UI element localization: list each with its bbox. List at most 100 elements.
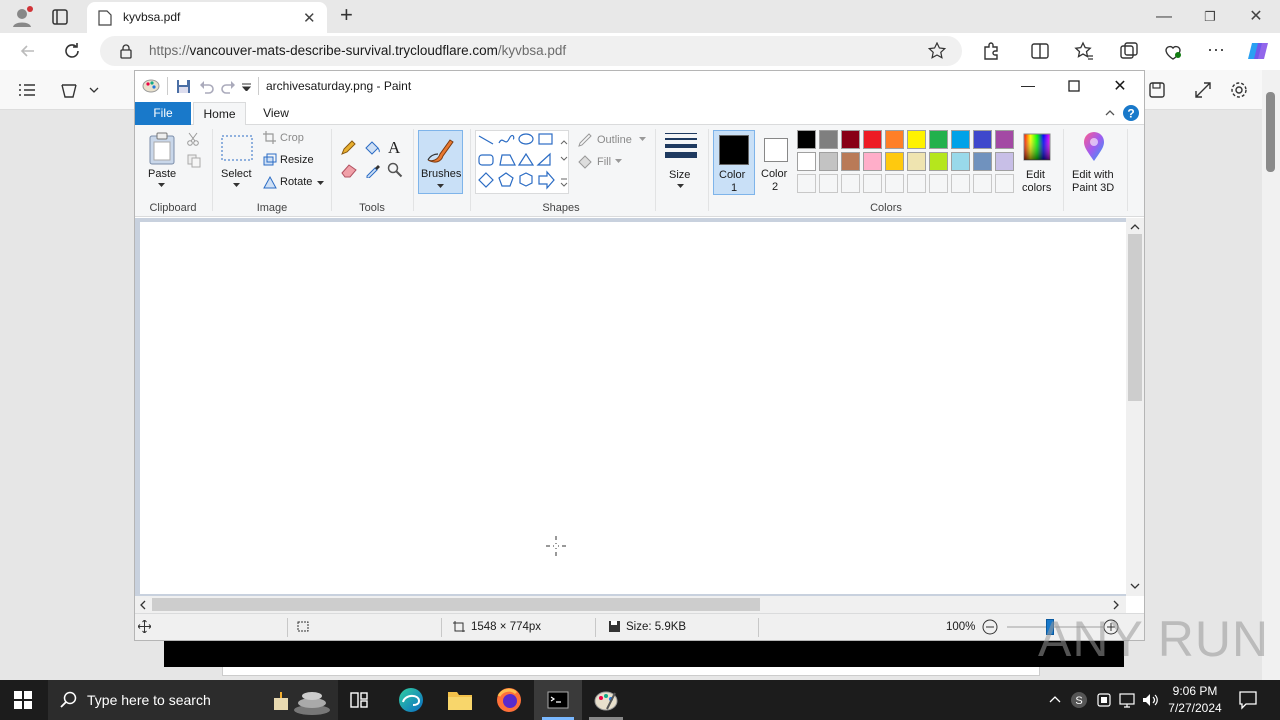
text-tool-icon[interactable]: A: [387, 138, 403, 156]
drawing-canvas[interactable]: [140, 222, 1126, 594]
scroll-down-icon[interactable]: [1130, 582, 1140, 590]
palette-color-swatch[interactable]: [885, 130, 904, 149]
browser-tab[interactable]: kyvbsa.pdf ✕: [87, 2, 327, 33]
paste-dropdown-icon[interactable]: [158, 183, 165, 188]
select-dropdown-icon[interactable]: [233, 183, 240, 188]
palette-custom-empty-swatch[interactable]: [797, 174, 816, 193]
palette-color-swatch[interactable]: [907, 130, 926, 149]
palette-custom-empty-swatch[interactable]: [907, 174, 926, 193]
profile-avatar-icon[interactable]: [10, 5, 34, 29]
paint-minimize-icon[interactable]: —: [1005, 71, 1051, 102]
palette-color-swatch[interactable]: [819, 152, 838, 171]
new-tab-icon[interactable]: +: [340, 4, 360, 27]
canvas-vertical-scrollbar[interactable]: [1126, 218, 1144, 596]
fill-bucket-icon[interactable]: [363, 139, 381, 157]
redo-icon[interactable]: [221, 79, 236, 94]
terminal-taskbar-button[interactable]: [534, 680, 582, 720]
fullscreen-icon[interactable]: [1193, 80, 1213, 100]
paint3d-icon[interactable]: [1081, 131, 1107, 163]
shapes-gallery[interactable]: [475, 130, 569, 194]
network-tray-icon[interactable]: [1118, 691, 1136, 709]
table-of-contents-icon[interactable]: [17, 81, 37, 99]
resize-label[interactable]: Resize: [280, 154, 314, 166]
color-picker-icon[interactable]: [365, 162, 381, 178]
palette-custom-empty-swatch[interactable]: [885, 174, 904, 193]
palette-color-swatch[interactable]: [951, 152, 970, 171]
draw-icon[interactable]: [59, 80, 79, 100]
palette-custom-empty-swatch[interactable]: [951, 174, 970, 193]
show-hidden-icons-chevron-icon[interactable]: [1047, 692, 1063, 708]
rotate-icon[interactable]: [263, 175, 277, 189]
paste-label[interactable]: Paste: [148, 168, 176, 180]
save-pdf-icon[interactable]: [1147, 80, 1167, 100]
color1-button[interactable]: Color 1: [713, 130, 755, 195]
palette-custom-empty-swatch[interactable]: [819, 174, 838, 193]
undo-icon[interactable]: [199, 79, 214, 94]
pdf-vertical-scrollbar[interactable]: [1262, 70, 1280, 680]
collections-icon[interactable]: [1118, 40, 1140, 62]
copilot-icon[interactable]: [1246, 39, 1270, 63]
palette-color-swatch[interactable]: [995, 130, 1014, 149]
volume-tray-icon[interactable]: [1141, 691, 1159, 709]
restore-browser-icon[interactable]: ❐: [1187, 0, 1233, 33]
file-explorer-icon[interactable]: [447, 688, 473, 712]
palette-color-swatch[interactable]: [973, 130, 992, 149]
scroll-up-icon[interactable]: [1130, 223, 1140, 231]
paint-close-icon[interactable]: ✕: [1097, 71, 1143, 102]
tab-actions-icon[interactable]: [50, 7, 70, 27]
eraser-icon[interactable]: [340, 162, 358, 178]
save-icon[interactable]: [176, 79, 191, 94]
palette-custom-empty-swatch[interactable]: [929, 174, 948, 193]
back-icon[interactable]: [14, 37, 42, 65]
outline-icon[interactable]: [577, 132, 593, 148]
scroll-right-icon[interactable]: [1112, 600, 1120, 610]
shapes-scroll-icon[interactable]: [559, 139, 569, 193]
canvas-horizontal-scrollbar[interactable]: [135, 596, 1126, 613]
crop-icon[interactable]: [263, 131, 276, 144]
rotate-dropdown-icon[interactable]: [317, 181, 324, 186]
address-bar[interactable]: https://vancouver-mats-describe-survival…: [100, 36, 962, 66]
firefox-icon[interactable]: [496, 687, 522, 713]
chevron-down-icon[interactable]: [88, 84, 100, 96]
fill-icon[interactable]: [577, 154, 593, 170]
tab-home[interactable]: Home: [193, 102, 246, 126]
minimize-ribbon-icon[interactable]: [1104, 108, 1116, 118]
palette-color-swatch[interactable]: [907, 152, 926, 171]
palette-color-swatch[interactable]: [797, 130, 816, 149]
close-tab-icon[interactable]: ✕: [303, 9, 316, 27]
fill-dropdown-icon[interactable]: [615, 159, 622, 164]
size-dropdown-icon[interactable]: [677, 184, 684, 189]
more-options-icon[interactable]: ···: [1205, 40, 1227, 62]
brushes-button[interactable]: Brushes: [418, 130, 463, 194]
cut-scissors-icon[interactable]: [187, 132, 199, 146]
palette-color-swatch[interactable]: [863, 130, 882, 149]
favorite-star-icon[interactable]: [928, 42, 946, 60]
palette-color-swatch[interactable]: [973, 152, 992, 171]
edit-colors-label-line1[interactable]: Edit: [1026, 169, 1045, 181]
task-view-icon[interactable]: [349, 690, 369, 710]
line-size-icon[interactable]: [664, 132, 698, 160]
customize-quick-access-icon[interactable]: [242, 83, 251, 91]
refresh-icon[interactable]: [58, 37, 86, 65]
browser-essentials-icon[interactable]: [1162, 40, 1184, 62]
favorites-icon[interactable]: [1073, 40, 1095, 62]
canvas-vscroll-thumb[interactable]: [1128, 234, 1142, 401]
help-icon[interactable]: ?: [1123, 105, 1139, 121]
minimize-browser-icon[interactable]: —: [1141, 0, 1187, 33]
tab-file[interactable]: File: [135, 102, 191, 125]
palette-color-swatch[interactable]: [819, 130, 838, 149]
taskbar-search-box[interactable]: Type here to search: [48, 680, 338, 720]
palette-color-swatch[interactable]: [929, 130, 948, 149]
scroll-left-icon[interactable]: [139, 600, 147, 610]
paint3d-label-line1[interactable]: Edit with: [1072, 169, 1114, 181]
settings-gear-icon[interactable]: [1229, 80, 1249, 100]
paint-taskbar-icon[interactable]: [589, 687, 623, 720]
lock-icon[interactable]: [119, 43, 133, 59]
start-windows-icon[interactable]: [14, 691, 32, 709]
taskbar-clock[interactable]: 9:06 PM 7/27/2024: [1160, 683, 1230, 717]
edit-colors-rainbow-icon[interactable]: [1023, 133, 1051, 161]
pdf-scroll-thumb[interactable]: [1266, 92, 1275, 172]
edge-taskbar-icon[interactable]: [397, 686, 425, 714]
size-label[interactable]: Size: [669, 169, 690, 181]
palette-color-swatch[interactable]: [841, 130, 860, 149]
